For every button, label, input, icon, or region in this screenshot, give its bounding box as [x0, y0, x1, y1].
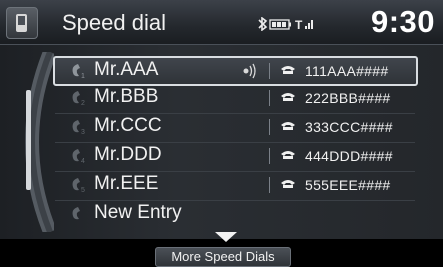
column-divider	[269, 90, 270, 106]
svg-text:3: 3	[81, 129, 85, 135]
home-phone-icon	[281, 93, 295, 101]
column-divider	[269, 148, 270, 164]
column-divider	[269, 63, 270, 79]
speed-dial-2-icon: 2	[72, 91, 85, 106]
speed-dial-3-icon: 3	[72, 120, 85, 135]
home-phone-icon	[281, 180, 295, 188]
bluetooth-icon	[258, 17, 268, 31]
home-phone-icon	[281, 66, 295, 74]
voice-tag-icon	[243, 63, 256, 79]
handset-icon	[72, 207, 80, 220]
battery-icon	[269, 19, 291, 30]
more-speed-dials-button[interactable]: More Speed Dials	[155, 247, 291, 267]
speed-dial-4-icon: 4	[72, 149, 85, 164]
scrollbar-thumb	[26, 90, 31, 190]
list-item[interactable]: 3 Mr.CCC 333CCC####	[55, 114, 415, 143]
svg-text:5: 5	[81, 187, 85, 193]
entry-name: Mr.CCC	[94, 115, 162, 136]
signal-icon: T	[295, 18, 313, 31]
entry-name: Mr.AAA	[94, 59, 159, 80]
svg-text:4: 4	[81, 158, 85, 164]
list-item[interactable]: 5 Mr.EEE 555EEE####	[55, 172, 415, 201]
entry-number: 111AAA####	[305, 63, 389, 79]
speed-dial-screen: Speed dial T 9:30 1 Mr.AAA 111AAA#### 2 …	[0, 0, 443, 267]
list-item[interactable]: 4 Mr.DDD 444DDD####	[55, 143, 415, 172]
entry-number: 444DDD####	[305, 148, 393, 164]
phone-tab-icon[interactable]	[6, 7, 38, 39]
svg-text:T: T	[295, 18, 303, 31]
svg-text:2: 2	[81, 100, 85, 106]
header-bar: Speed dial T 9:30	[0, 0, 443, 45]
list-item[interactable]: 2 Mr.BBB 222BBB####	[55, 85, 415, 114]
scroll-rail	[25, 52, 54, 232]
home-phone-icon	[281, 122, 295, 130]
entry-name: Mr.BBB	[94, 86, 159, 107]
entry-name: Mr.EEE	[94, 173, 159, 194]
clock: 9:30	[370, 4, 435, 39]
svg-text:1: 1	[81, 73, 85, 79]
home-phone-icon	[281, 151, 295, 159]
list-item[interactable]: 1 Mr.AAA 111AAA####	[53, 56, 418, 86]
entry-name: Mr.DDD	[94, 144, 162, 165]
entry-number: 555EEE####	[305, 177, 391, 193]
speed-dial-1-icon: 1	[72, 64, 85, 79]
entry-number: 222BBB####	[305, 90, 391, 106]
status-icons: T	[256, 17, 320, 31]
page-title: Speed dial	[62, 10, 166, 35]
speed-dial-5-icon: 5	[72, 178, 85, 193]
column-divider	[269, 177, 270, 193]
new-entry-button[interactable]: New Entry	[55, 201, 415, 227]
new-entry-label: New Entry	[94, 202, 182, 223]
scroll-down-arrow-icon[interactable]	[215, 232, 237, 242]
column-divider	[269, 119, 270, 135]
entry-number: 333CCC####	[305, 119, 393, 135]
